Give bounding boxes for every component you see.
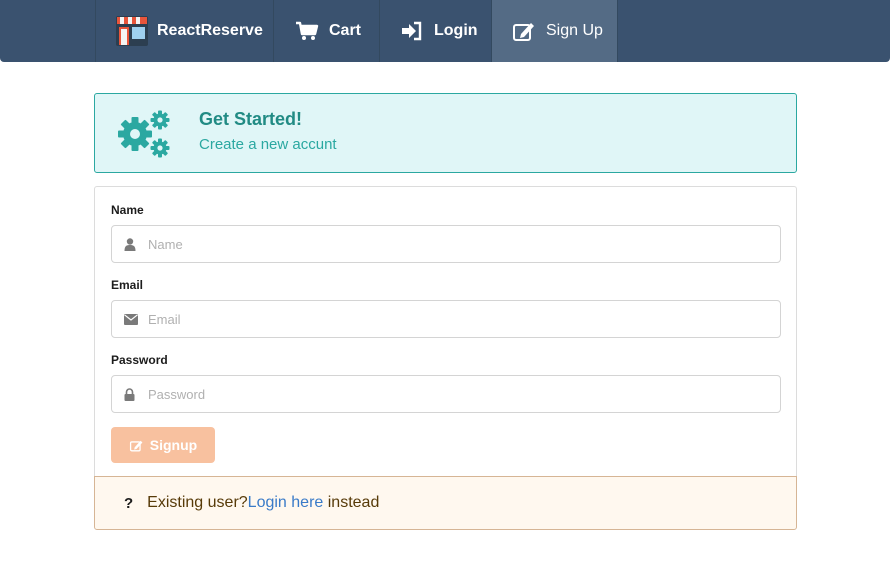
login-icon — [401, 21, 423, 41]
existing-user-message: ? Existing user? Login here instead — [94, 476, 797, 530]
nav-item-signup-label: Sign Up — [546, 22, 603, 39]
nav-item-signup[interactable]: Sign Up — [491, 0, 618, 62]
nav-item-cart-label: Cart — [329, 22, 362, 39]
email-input[interactable] — [148, 301, 768, 337]
cart-icon — [295, 21, 319, 41]
nav-item-login[interactable]: Login — [379, 0, 491, 62]
store-icon — [115, 15, 149, 47]
signup-button-label: Signup — [149, 437, 198, 453]
user-icon — [124, 226, 136, 262]
login-here-link[interactable]: Login here — [248, 494, 324, 512]
message-header: Get Started! — [199, 109, 303, 129]
info-message: Get Started! Create a new accunt — [94, 93, 797, 173]
nav-item-cart[interactable]: Cart — [273, 0, 379, 62]
signup-form: Name Email Password — [94, 186, 797, 477]
password-field[interactable] — [111, 375, 781, 413]
instead-text: instead — [323, 494, 380, 511]
edit-icon — [512, 20, 536, 42]
email-field[interactable] — [111, 300, 781, 338]
existing-user-text: Existing user? — [147, 494, 248, 511]
name-field[interactable] — [111, 225, 781, 263]
help-icon: ? — [124, 494, 134, 512]
name-label: Name — [111, 203, 144, 217]
message-subheader: Create a new accunt — [199, 136, 337, 153]
password-label: Password — [111, 353, 168, 367]
envelope-icon — [124, 301, 138, 337]
brand-link[interactable]: ReactReserve — [95, 0, 273, 62]
name-input[interactable] — [148, 226, 768, 262]
signup-button[interactable]: Signup — [111, 427, 215, 463]
password-input[interactable] — [148, 376, 768, 412]
brand-label: ReactReserve — [157, 22, 263, 39]
lock-icon — [124, 376, 135, 412]
edit-icon — [129, 439, 144, 452]
nav-item-login-label: Login — [434, 22, 478, 39]
gears-icon — [117, 110, 173, 163]
navbar: ReactReserve Cart Login Sign Up — [0, 0, 890, 62]
email-label: Email — [111, 278, 144, 292]
